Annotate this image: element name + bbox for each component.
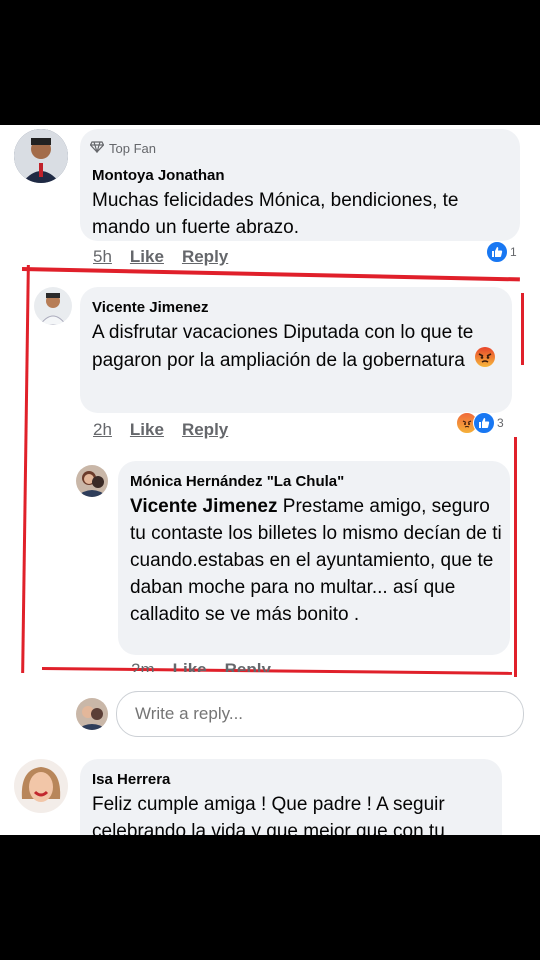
reply-button[interactable]: Reply bbox=[225, 660, 271, 672]
comment-text-body: A disfrutar vacaciones Diputada con lo q… bbox=[92, 322, 474, 372]
top-fan-badge: Top Fan bbox=[89, 141, 156, 156]
highlight-right-line-top bbox=[521, 293, 524, 365]
comment-text: A disfrutar vacaciones Diputada con lo q… bbox=[92, 319, 504, 376]
highlight-right-line bbox=[514, 437, 517, 677]
comment-text: Vicente Jimenez Prestame amigo, seguro t… bbox=[130, 493, 508, 628]
current-user-avatar bbox=[76, 698, 108, 730]
comment-author[interactable]: Vicente Jimenez bbox=[92, 299, 208, 316]
comments-panel: Top Fan Montoya Jonathan Muchas felicida… bbox=[0, 125, 540, 835]
comment-actions: 2m Like Reply bbox=[131, 660, 289, 672]
comment-text: Feliz cumple amiga ! Que padre ! A segui… bbox=[92, 794, 445, 835]
avatar-vicente[interactable] bbox=[34, 287, 72, 325]
comment-bubble: Isa Herrera Feliz cumple amiga ! Que pad… bbox=[80, 759, 502, 835]
reaction-summary[interactable]: 3 bbox=[456, 412, 504, 434]
highlight-top-line bbox=[21, 267, 520, 282]
comment-author[interactable]: Isa Herrera bbox=[92, 771, 170, 788]
angry-emoji-icon bbox=[474, 346, 496, 376]
avatar-monica[interactable] bbox=[76, 465, 108, 497]
like-button[interactable]: Like bbox=[130, 420, 164, 439]
reply-button[interactable]: Reply bbox=[182, 247, 228, 266]
reaction-count: 3 bbox=[497, 416, 504, 430]
comment-author[interactable]: Mónica Hernández "La Chula" bbox=[130, 473, 344, 490]
comment-text: Muchas felicidades Mónica, bendiciones, … bbox=[92, 190, 459, 238]
comment-actions: 5h Like Reply bbox=[93, 247, 246, 267]
like-button[interactable]: Like bbox=[173, 660, 207, 672]
comment-bubble: Top Fan Montoya Jonathan Muchas felicida… bbox=[80, 129, 520, 241]
comment-author[interactable]: Montoya Jonathan bbox=[92, 167, 225, 184]
comment-bubble: Mónica Hernández "La Chula" Vicente Jime… bbox=[118, 461, 510, 655]
comment-time[interactable]: 5h bbox=[93, 247, 112, 266]
comment-actions: 2h Like Reply bbox=[93, 420, 246, 440]
highlight-left-line bbox=[21, 264, 30, 674]
like-reaction-icon bbox=[486, 241, 508, 263]
reply-input-wrapper[interactable] bbox=[116, 691, 524, 737]
reply-button[interactable]: Reply bbox=[182, 420, 228, 439]
like-button[interactable]: Like bbox=[130, 247, 164, 266]
reaction-count: 1 bbox=[510, 245, 517, 259]
like-reaction-icon bbox=[473, 412, 495, 434]
reply-input[interactable] bbox=[133, 692, 507, 736]
diamond-icon bbox=[89, 141, 105, 156]
comment-time[interactable]: 2m bbox=[131, 660, 155, 672]
comment-time[interactable]: 2h bbox=[93, 420, 112, 439]
reaction-summary[interactable]: 1 bbox=[486, 241, 517, 263]
avatar-montoya[interactable] bbox=[14, 129, 68, 183]
mention-link[interactable]: Vicente Jimenez bbox=[130, 496, 278, 517]
avatar-isa[interactable] bbox=[14, 759, 68, 813]
comment-bubble: Vicente Jimenez A disfrutar vacaciones D… bbox=[80, 287, 512, 413]
badge-label: Top Fan bbox=[109, 141, 156, 156]
